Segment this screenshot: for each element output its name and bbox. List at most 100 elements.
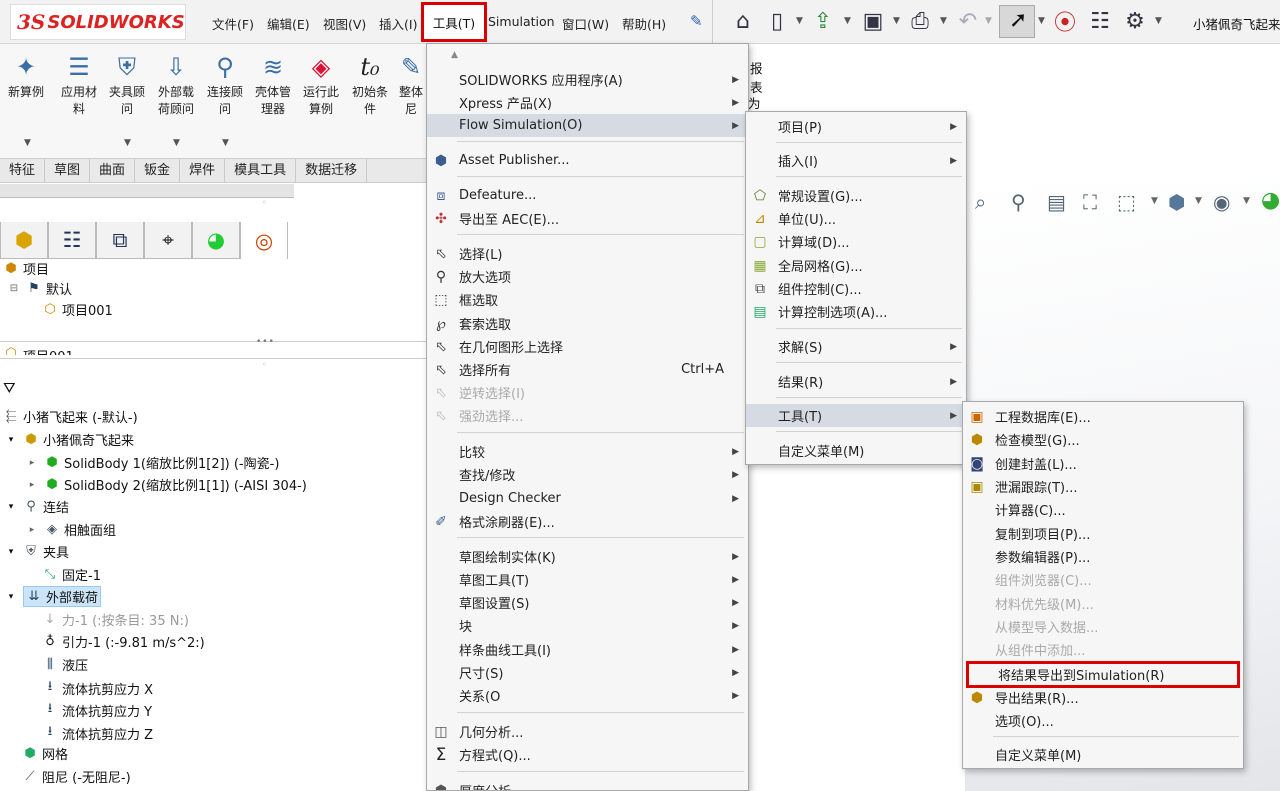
chevron-down-icon[interactable]: ▼ <box>222 138 229 148</box>
rebuild-traffic-light-icon[interactable]: ⦿ <box>1050 6 1080 36</box>
flow-tools-engineering-database[interactable]: ▣ 工程数据库(E)... <box>963 405 1243 428</box>
chevron-down-icon[interactable]: ▼ <box>1151 196 1158 206</box>
tab-data-migration[interactable]: 数据迁移 <box>296 159 368 182</box>
chevron-down-icon[interactable]: ▼ <box>844 16 851 26</box>
tab-features[interactable]: 特征 <box>0 159 46 182</box>
menu-help[interactable]: 帮助(H) <box>622 14 666 33</box>
tools-equations[interactable]: Σ 方程式(Q)... <box>427 743 748 766</box>
chevron-down-icon[interactable]: ▼ <box>796 16 803 26</box>
flow-tools-parameter-editor[interactable]: 参数编辑器(P)... <box>963 545 1243 568</box>
file-properties-icon[interactable]: ☷ <box>1085 6 1115 36</box>
sim-tree-solidbody-2[interactable]: ▸ ⬢ SolidBody 2(缩放比例1[1]) (-AISI 304-) <box>24 475 307 494</box>
tools-export-aec[interactable]: ✣ 导出至 AEC(E)... <box>427 207 748 230</box>
sim-tree-shear-y[interactable]: ⭳ 流体抗剪应力 Y <box>42 699 152 721</box>
undo-icon[interactable]: ↶ <box>953 6 983 36</box>
expand-arrow-icon[interactable]: ▸ <box>24 525 40 535</box>
menu-view[interactable]: 视图(V) <box>323 14 366 33</box>
flow-simulation-tab-icon[interactable]: ◎ <box>240 222 288 259</box>
shell-manager-button[interactable]: ≋ 壳体管理器 <box>251 50 295 118</box>
new-document-icon[interactable]: ▯ <box>762 6 792 36</box>
sim-tree-hydrostatic[interactable]: ⫼ 液压 <box>42 655 88 674</box>
tools-magnified-selection[interactable]: ⚲ 放大选项 <box>427 265 748 288</box>
display-manager-tab-icon[interactable]: ◕ <box>192 222 240 259</box>
sim-tree-mesh[interactable]: ⬢ 网格 <box>22 744 68 763</box>
tab-sketch[interactable]: 草图 <box>45 159 91 182</box>
chevron-down-icon[interactable]: ▼ <box>1243 196 1250 206</box>
flow-units[interactable]: ⊿ 单位(U)... <box>746 207 966 230</box>
flow-tools-create-lids[interactable]: ◙ 创建封盖(L)... <box>963 452 1243 475</box>
sim-tree-connections[interactable]: ▾ ⚲ 连结 <box>3 497 69 516</box>
flow-tools-options[interactable]: 选项(O)... <box>963 709 1243 732</box>
sim-tree-force-1[interactable]: ↓ 力-1 (:按条目: 35 N:) <box>42 610 189 629</box>
menu-file[interactable]: 文件(F) <box>212 14 254 33</box>
appearance-icon[interactable]: ◕ <box>1261 188 1280 213</box>
tools-select-all[interactable]: ⬁ 选择所有 Ctrl+A <box>427 358 748 381</box>
flow-solve[interactable]: 求解(S) ▶ <box>746 335 966 358</box>
sim-tree-fixed-1[interactable]: ⤡ 固定-1 <box>42 565 101 584</box>
connections-advisor-button[interactable]: ⚲ 连接顾问 <box>203 50 247 118</box>
splitter-handle[interactable]: ◦ <box>262 360 267 369</box>
chevron-down-icon[interactable]: ▼ <box>940 16 947 26</box>
sim-tree-shear-x[interactable]: ⭳ 流体抗剪应力 X <box>42 677 153 699</box>
flow-tools-export-to-simulation[interactable]: 将结果导出到Simulation(R) <box>966 661 1240 688</box>
sim-tree-gravity-1[interactable]: ♁ 引力-1 (:-9.81 m/s^2:) <box>42 632 205 651</box>
feature-tree-tab-icon[interactable]: ⬢ <box>0 222 48 259</box>
menu-edit[interactable]: 编辑(E) <box>267 14 310 33</box>
flow-tools-calculator[interactable]: 计算器(C)... <box>963 498 1243 521</box>
flow-tools-export-results[interactable]: ⬢ 导出结果(R)... <box>963 686 1243 709</box>
tree-default-config[interactable]: ⊟ ⚑ 默认 <box>6 279 72 298</box>
view-orientation-icon[interactable]: ⬚ <box>1117 190 1136 214</box>
zoom-area-icon[interactable]: ⚲ <box>1011 190 1026 214</box>
expand-arrow-icon[interactable]: ▾ <box>3 435 19 445</box>
sim-tree-part[interactable]: ▾ ⬢ 小猪佩奇飞起来 <box>3 430 134 449</box>
sim-tree-solidbody-1[interactable]: ▸ ⬢ SolidBody 1(缩放比例1[2]) (-陶瓷-) <box>24 453 280 472</box>
tools-select-over-geometry[interactable]: ⬁ 在几何图形上选择 <box>427 335 748 358</box>
flow-tools-customize-menu[interactable]: 自定义菜单(M) <box>963 743 1243 766</box>
pin-icon[interactable]: ✎ <box>690 12 703 30</box>
flow-global-mesh[interactable]: ▦ 全局网格(G)... <box>746 254 966 277</box>
tools-sketch-settings[interactable]: 草图设置(S) ▶ <box>427 591 748 614</box>
apply-material-button[interactable]: ☰ 应用材料 <box>57 50 101 118</box>
sim-tree-fixtures[interactable]: ▾ ⛨ 夹具 <box>3 542 69 561</box>
chevron-down-icon[interactable]: ▼ <box>985 16 992 26</box>
display-style-icon[interactable]: ⬢ <box>1168 190 1185 214</box>
dimxpert-tab-icon[interactable]: ⌖ <box>144 222 192 259</box>
tools-xpress-products[interactable]: Xpress 产品(X) ▶ <box>427 91 748 114</box>
tools-solidworks-apps[interactable]: SOLIDWORKS 应用程序(A) ▶ <box>427 68 748 91</box>
chevron-down-icon[interactable]: ▼ <box>1038 16 1045 26</box>
chevron-down-icon[interactable]: ▼ <box>24 138 31 148</box>
select-pointer-button[interactable]: ➚ <box>999 5 1035 38</box>
tools-relations[interactable]: 关系(O ▶ <box>427 684 748 707</box>
fixture-advisor-button[interactable]: ⛨ 夹具顾问 <box>105 50 149 118</box>
menu-simulation[interactable]: Simulation <box>488 14 555 29</box>
tab-weldments[interactable]: 焊件 <box>180 159 226 182</box>
property-manager-tab-icon[interactable]: ☷ <box>48 222 96 259</box>
expand-arrow-icon[interactable]: ▾ <box>3 592 19 602</box>
flow-calculation-control[interactable]: ▤ 计算控制选项(A)... <box>746 300 966 323</box>
tree-project-root[interactable]: ⬢ 项目 <box>3 259 49 278</box>
expand-arrow-icon[interactable]: ▾ <box>3 547 19 557</box>
tools-sketch-entities[interactable]: 草图绘制实体(K) ▶ <box>427 545 748 568</box>
initial-condition-button[interactable]: t₀ 初始条件 <box>348 50 392 118</box>
tools-design-checker[interactable]: Design Checker ▶ <box>427 487 748 510</box>
scroll-up-icon[interactable]: ▲ <box>427 44 748 66</box>
tree-project-001[interactable]: ⬡ 项目001 <box>42 300 113 319</box>
gear-icon[interactable]: ⚙ <box>1120 6 1150 36</box>
flow-tools-check-geometry[interactable]: ⬢ 检查模型(G)... <box>963 428 1243 451</box>
chevron-down-icon[interactable]: ▼ <box>893 16 900 26</box>
flow-project[interactable]: 项目(P) ▶ <box>746 115 966 138</box>
tools-find-modify[interactable]: 查找/修改 ▶ <box>427 463 748 486</box>
flow-general-settings[interactable]: ⬠ 常规设置(G)... <box>746 184 966 207</box>
tools-box-selection[interactable]: ⬚ 框选取 <box>427 288 748 311</box>
open-folder-icon[interactable]: ⇪ <box>808 6 838 36</box>
home-icon[interactable]: ⌂ <box>728 6 758 36</box>
tools-lasso-selection[interactable]: ℘ 套索选取 <box>427 312 748 335</box>
flow-computational-domain[interactable]: ▢ 计算域(D)... <box>746 230 966 253</box>
chevron-down-icon[interactable]: ▼ <box>124 138 131 148</box>
flow-tools-copy-to-project[interactable]: 复制到项目(P)... <box>963 522 1243 545</box>
tab-mold-tools[interactable]: 模具工具 <box>225 159 297 182</box>
splitter-handle[interactable]: ◦ <box>262 198 267 207</box>
tools-spline-tools[interactable]: 样条曲线工具(I) ▶ <box>427 638 748 661</box>
tab-surfaces[interactable]: 曲面 <box>90 159 136 182</box>
external-loads-advisor-button[interactable]: ⇩ 外部载荷顾问 <box>154 50 198 118</box>
